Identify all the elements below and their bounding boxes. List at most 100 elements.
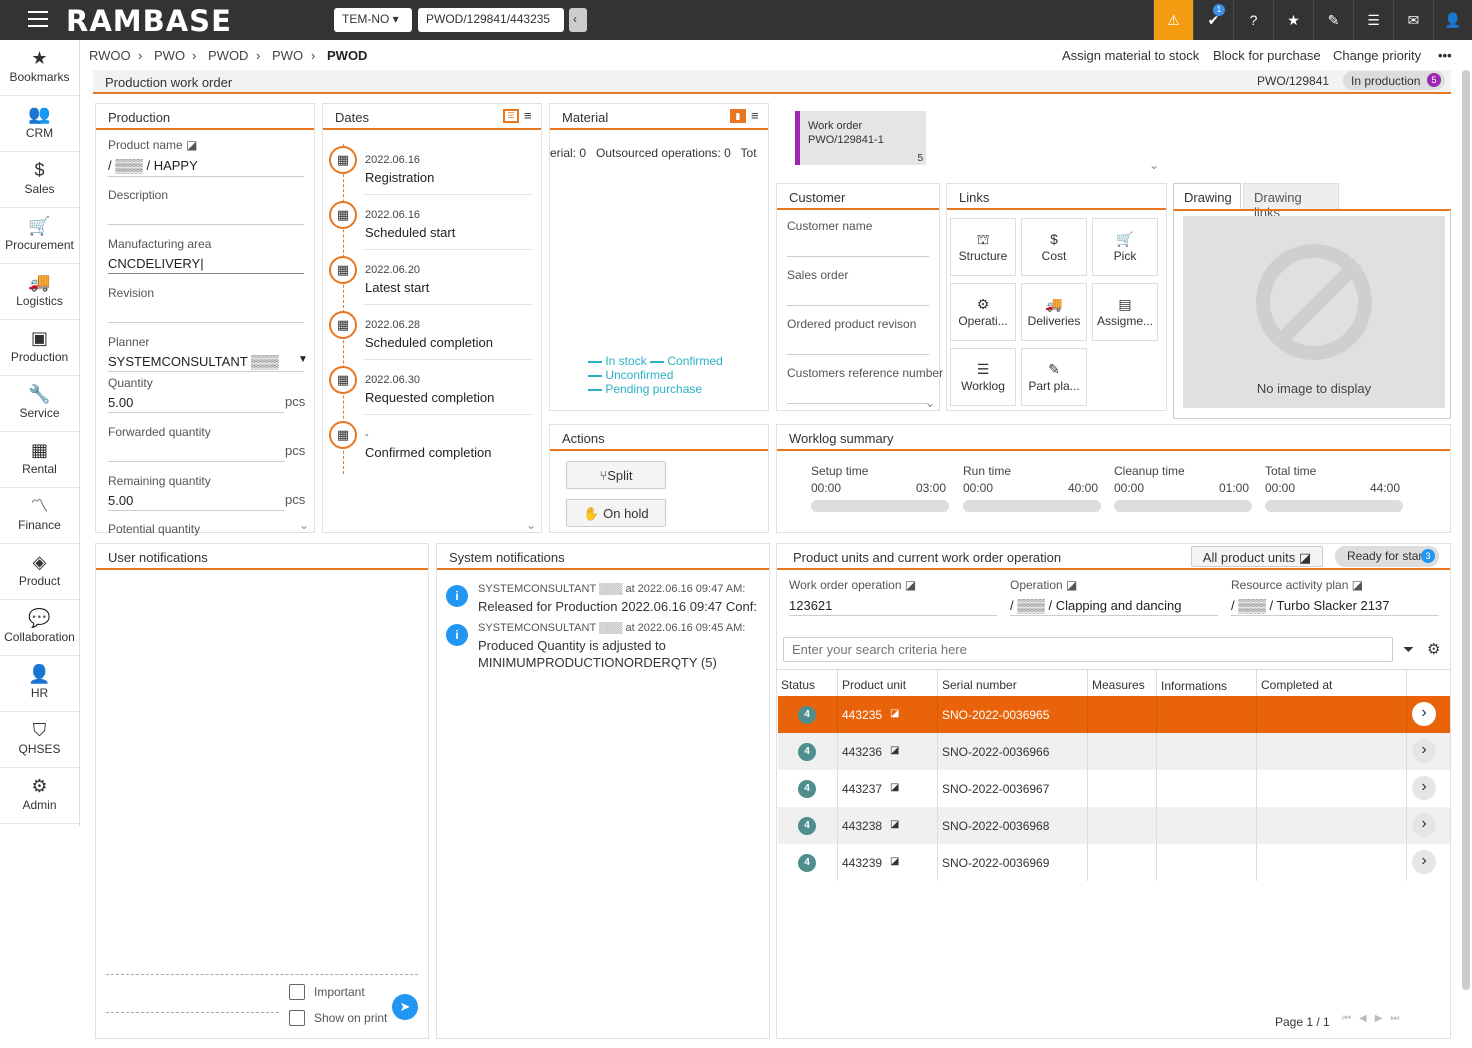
cost-button[interactable]: $ Cost xyxy=(1021,218,1087,276)
sidebar-item-procurement[interactable]: 🛒 Procurement xyxy=(0,208,79,264)
expand-icon[interactable]: ⌄ xyxy=(925,396,935,410)
status-badge: 4 xyxy=(798,743,816,761)
pick-button[interactable]: 🛒 Pick xyxy=(1092,218,1158,276)
deliveries-button[interactable]: 🚚 Deliveries xyxy=(1021,283,1087,341)
company-select[interactable]: TEM-NO ▾ xyxy=(334,8,412,32)
assignments-button[interactable]: ▤ Assigme... xyxy=(1092,283,1158,341)
help-icon[interactable]: ? xyxy=(1233,0,1273,40)
send-icon[interactable]: ➤ xyxy=(392,994,418,1020)
planner-select[interactable]: SYSTEMCONSULTANT ▒▒▒ xyxy=(108,354,279,369)
filter-icon[interactable]: ⏷ xyxy=(1403,641,1414,658)
expand-icon[interactable]: ⌄ xyxy=(299,518,309,532)
operation-label: Operation ◪ xyxy=(1010,578,1078,592)
external-link-icon[interactable]: ◪ xyxy=(186,138,197,152)
chevron-right-icon[interactable]: › xyxy=(1412,813,1436,837)
sidebar-item-finance[interactable]: 〽 Finance xyxy=(0,488,79,544)
pagination-controls[interactable]: ⏮◀▶⏭ xyxy=(1342,1013,1407,1024)
column-completed-at[interactable]: Completed at xyxy=(1261,678,1332,692)
search-input[interactable] xyxy=(783,637,1393,662)
menu-icon[interactable] xyxy=(28,11,48,29)
manufacturing-area-input[interactable]: CNCDELIVERY| xyxy=(108,256,204,271)
message-input[interactable] xyxy=(106,974,418,975)
sidebar-item-rental[interactable]: ▦ Rental xyxy=(0,432,79,488)
tasks-icon[interactable]: ✔ 1 xyxy=(1193,0,1233,40)
worklog-button[interactable]: ☰ Worklog xyxy=(950,348,1016,406)
sidebar-item-admin[interactable]: ⚙ Admin xyxy=(0,768,79,824)
work-order-card[interactable]: Work order PWO/129841-1 5 xyxy=(795,111,926,165)
external-link-icon[interactable]: ◪ xyxy=(1066,578,1077,592)
external-link-icon[interactable]: ◪ xyxy=(890,782,899,793)
mail-icon[interactable]: ✉ xyxy=(1393,0,1433,40)
external-link-icon[interactable]: ◪ xyxy=(1352,578,1363,592)
gear-icon[interactable]: ⚙ xyxy=(1427,640,1440,658)
expand-icon[interactable]: ⌄ xyxy=(526,518,536,532)
sidebar-item-production[interactable]: ▣ Production xyxy=(0,320,79,376)
external-link-icon[interactable]: ◪ xyxy=(890,856,899,867)
breadcrumb-pwo[interactable]: PWO xyxy=(272,48,303,63)
sidebar-item-hr[interactable]: 👤 HR xyxy=(0,656,79,712)
ready-for-start-badge[interactable]: Ready for start 3 xyxy=(1335,546,1439,567)
external-link-icon[interactable]: ◪ xyxy=(905,578,916,592)
more-icon[interactable]: ••• xyxy=(1438,48,1452,63)
split-button[interactable]: ⑂Split xyxy=(566,461,666,489)
table-row[interactable]: 4 443236 ◪ SNO-2022-0036966 › xyxy=(778,733,1450,770)
external-link-icon[interactable]: ◪ xyxy=(890,745,899,756)
all-product-units-button[interactable]: All product units ◪ xyxy=(1191,546,1323,567)
menu-icon[interactable]: ≡ xyxy=(751,108,759,123)
assign-material-button[interactable]: Assign material to stock xyxy=(1062,48,1199,63)
chevron-right-icon[interactable]: › xyxy=(1412,702,1436,726)
table-row[interactable]: 4 443235 ◪ SNO-2022-0036965 › xyxy=(778,696,1450,733)
chart-icon[interactable]: ▮ xyxy=(730,109,746,123)
sidebar-item-service[interactable]: 🔧 Service xyxy=(0,376,79,432)
user-icon[interactable]: 👤 xyxy=(1433,0,1472,40)
on-hold-button[interactable]: ✋ On hold xyxy=(566,499,666,527)
part-plan-button[interactable]: ✎ Part pla... xyxy=(1021,348,1087,406)
change-priority-button[interactable]: Change priority xyxy=(1333,48,1421,63)
chevron-right-icon[interactable]: › xyxy=(1412,850,1436,874)
column-serial-number[interactable]: Serial number xyxy=(942,678,1017,692)
breadcrumb-rwoo[interactable]: RWOO xyxy=(89,48,131,63)
sidebar-item-bookmarks[interactable]: ★ Bookmarks xyxy=(0,40,79,96)
column-status[interactable]: Status xyxy=(781,678,815,692)
star-icon[interactable]: ★ xyxy=(1273,0,1313,40)
scrollbar[interactable] xyxy=(1462,70,1470,990)
external-link-icon[interactable]: ◪ xyxy=(890,708,899,719)
table-row[interactable]: 4 443239 ◪ SNO-2022-0036969 › xyxy=(778,844,1450,881)
status-badge[interactable]: In production 5 xyxy=(1343,71,1445,90)
sidebar-item-crm[interactable]: 👥 CRM xyxy=(0,96,79,152)
column-informations[interactable]: Informations xyxy=(1161,679,1227,693)
column-product-unit[interactable]: Product unit xyxy=(842,678,906,692)
path-input[interactable]: PWOD/129841/443235 xyxy=(418,8,564,32)
expand-icon[interactable]: ⌄ xyxy=(1149,158,1159,172)
list-view-icon[interactable]: ☰ xyxy=(503,109,519,123)
table-row[interactable]: 4 443237 ◪ SNO-2022-0036967 › xyxy=(778,770,1450,807)
sidebar-item-collaboration[interactable]: 💬 Collaboration xyxy=(0,600,79,656)
breadcrumb-pwo[interactable]: PWO xyxy=(154,48,185,63)
breadcrumb-pwod[interactable]: PWOD xyxy=(208,48,248,63)
warning-icon[interactable]: ⚠ xyxy=(1153,0,1193,40)
tab-drawing-links[interactable]: Drawing links xyxy=(1243,183,1339,220)
operations-button[interactable]: ⚙ Operati... xyxy=(950,283,1016,341)
table-row[interactable]: 4 443238 ◪ SNO-2022-0036968 › xyxy=(778,807,1450,844)
back-icon[interactable]: ‹ xyxy=(569,8,587,32)
product-name-value[interactable]: / ▒▒▒ / HAPPY xyxy=(108,158,198,173)
tab-drawing[interactable]: Drawing xyxy=(1173,183,1241,210)
chevron-down-icon[interactable]: ▼ xyxy=(298,354,308,365)
sidebar-item-logistics[interactable]: 🚚 Logistics xyxy=(0,264,79,320)
important-checkbox[interactable] xyxy=(289,984,305,1000)
attachment-icon[interactable]: ✎ xyxy=(1313,0,1353,40)
show-on-print-checkbox[interactable] xyxy=(289,1010,305,1026)
date-item: ▦ - Confirmed completion xyxy=(329,421,529,471)
block-purchase-button[interactable]: Block for purchase xyxy=(1213,48,1321,63)
drawing-placeholder: No image to display xyxy=(1183,216,1445,408)
column-measures[interactable]: Measures xyxy=(1092,678,1145,692)
external-link-icon[interactable]: ◪ xyxy=(890,819,899,830)
sidebar-item-qhses[interactable]: ⛉ QHSES xyxy=(0,712,79,768)
structure-button[interactable]: ⛫ Structure xyxy=(950,218,1016,276)
chevron-right-icon[interactable]: › xyxy=(1412,776,1436,800)
chevron-right-icon[interactable]: › xyxy=(1412,739,1436,763)
list-icon[interactable]: ☰ xyxy=(1353,0,1393,40)
sidebar-item-sales[interactable]: $ Sales xyxy=(0,152,79,208)
sidebar-item-product[interactable]: ◈ Product xyxy=(0,544,79,600)
menu-icon[interactable]: ≡ xyxy=(524,108,532,123)
